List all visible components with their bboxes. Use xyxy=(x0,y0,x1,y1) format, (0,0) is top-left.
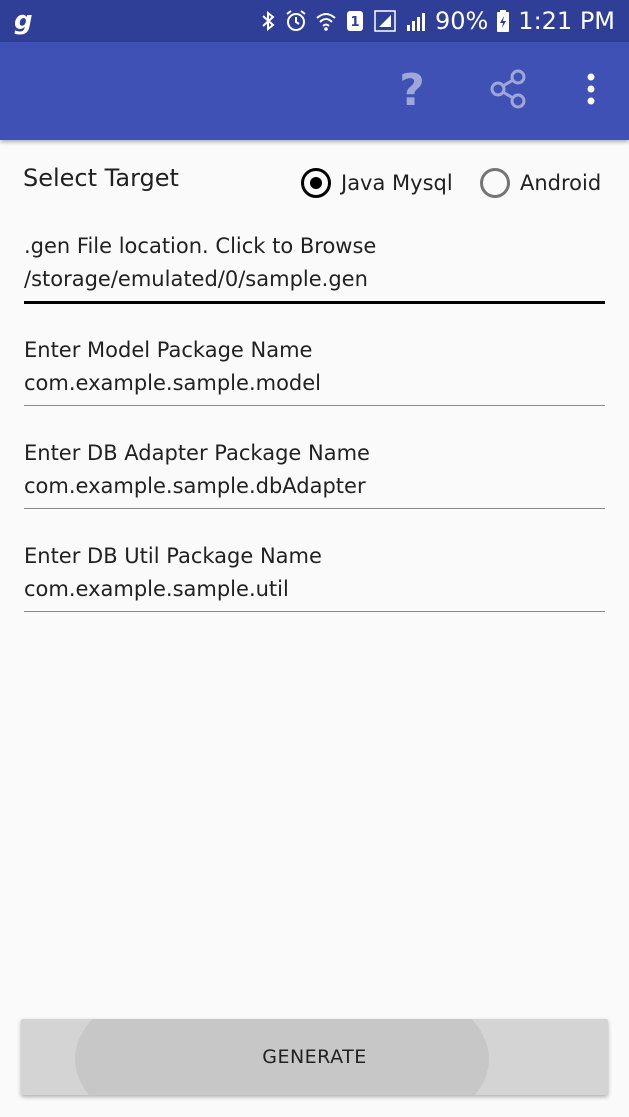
status-time: 1:21 PM xyxy=(518,7,615,35)
battery-percent: 90% xyxy=(434,7,489,35)
field-label: Enter DB Adapter Package Name xyxy=(24,441,370,465)
status-right: 1 90% 1:21 PM xyxy=(259,7,615,35)
share-icon xyxy=(486,67,530,115)
radio-java-mysql[interactable]: Java Mysql xyxy=(301,168,453,198)
wifi-icon xyxy=(315,9,337,33)
radio-android[interactable]: Android xyxy=(480,168,601,198)
select-target-label: Select Target xyxy=(23,164,179,192)
model-package-field[interactable]: Enter Model Package Name com.example.sam… xyxy=(24,338,605,406)
radio-unchecked-icon xyxy=(480,168,510,198)
field-value[interactable]: /storage/emulated/0/sample.gen xyxy=(24,267,605,291)
radio-label: Android xyxy=(520,171,602,195)
target-selector: Select Target Java Mysql Android xyxy=(0,162,629,206)
field-underline xyxy=(24,405,605,406)
share-button[interactable] xyxy=(483,66,533,116)
field-value[interactable]: com.example.sample.util xyxy=(24,577,605,601)
alarm-icon xyxy=(285,9,307,33)
field-label: Enter DB Util Package Name xyxy=(24,544,322,568)
db-util-package-field[interactable]: Enter DB Util Package Name com.example.s… xyxy=(24,544,605,612)
field-label: .gen File location. Click to Browse xyxy=(24,234,377,258)
status-left: g xyxy=(14,6,33,36)
db-adapter-package-field[interactable]: Enter DB Adapter Package Name com.exampl… xyxy=(24,441,605,509)
signal-icon xyxy=(405,9,427,33)
battery-icon xyxy=(496,9,510,33)
app-notification-icon: g xyxy=(14,6,33,36)
field-underline xyxy=(24,301,605,304)
field-underline xyxy=(24,611,605,612)
more-vert-icon xyxy=(585,71,597,111)
generate-button-label: GENERATE xyxy=(262,1046,367,1068)
help-button[interactable]: ? xyxy=(387,66,437,116)
gen-file-location-field[interactable]: .gen File location. Click to Browse /sto… xyxy=(24,234,605,304)
bluetooth-icon xyxy=(259,9,277,33)
field-value[interactable]: com.example.sample.dbAdapter xyxy=(24,474,605,498)
sim-icon: 1 xyxy=(345,9,365,33)
overflow-menu-button[interactable] xyxy=(566,66,616,116)
help-icon: ? xyxy=(399,65,425,116)
field-value[interactable]: com.example.sample.model xyxy=(24,371,605,395)
field-label: Enter Model Package Name xyxy=(24,338,313,362)
generate-button[interactable]: GENERATE xyxy=(21,1019,608,1095)
radio-checked-icon xyxy=(301,168,331,198)
app-bar: ? xyxy=(0,42,629,140)
field-underline xyxy=(24,508,605,509)
signal-icon xyxy=(373,9,397,33)
status-bar: g 1 90% 1:21 PM xyxy=(0,0,629,42)
sim-slot-number: 1 xyxy=(350,15,359,30)
radio-label: Java Mysql xyxy=(341,171,453,195)
